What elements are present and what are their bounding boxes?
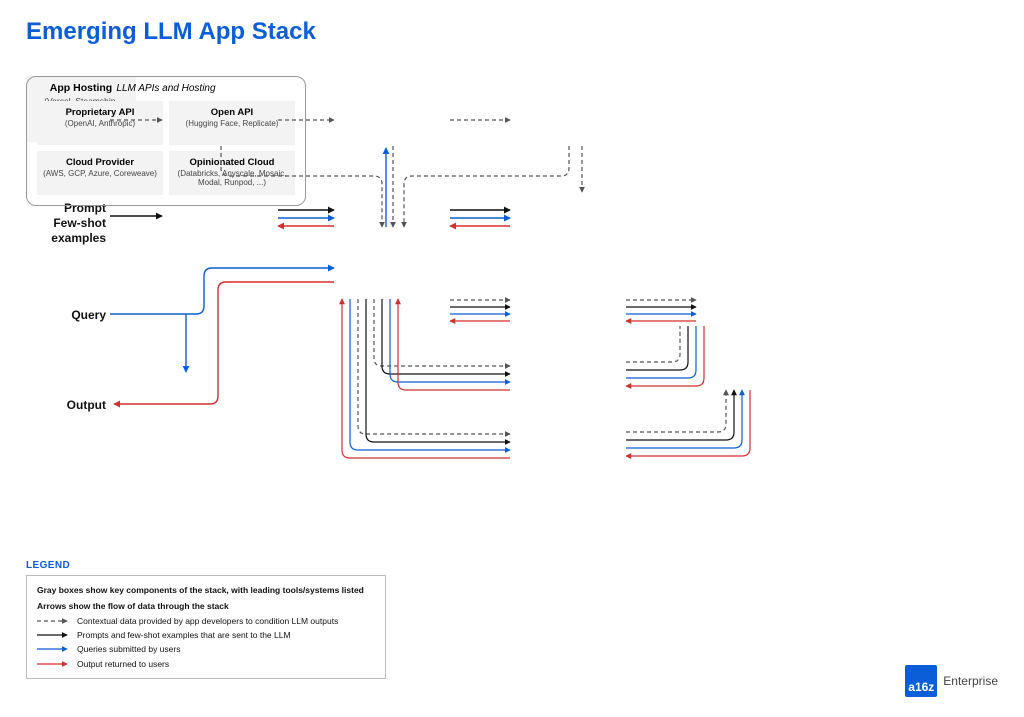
- label-query: Query: [26, 308, 106, 323]
- box-open-api: Open API(Hugging Face, Replicate): [169, 101, 295, 145]
- box-opinionated-cloud: Opinionated Cloud(Databricks, Anyscale, …: [169, 151, 295, 195]
- diagram-canvas: Contextualdata PromptFew-shotexamples Qu…: [26, 76, 998, 556]
- hosting-group: LLM APIs and Hosting Proprietary API(Ope…: [26, 76, 306, 206]
- page-title: Emerging LLM App Stack: [26, 18, 998, 46]
- box-proprietary-api: Proprietary API(OpenAI, Anthropic): [37, 101, 163, 145]
- legend: LEGEND Gray boxes show key components of…: [26, 560, 386, 679]
- label-output: Output: [26, 398, 106, 413]
- brand-sub: Enterprise: [943, 674, 998, 688]
- brand-logo: a16z: [905, 665, 937, 697]
- box-cloud-provider: Cloud Provider(AWS, GCP, Azure, Coreweav…: [37, 151, 163, 195]
- label-prompt: PromptFew-shotexamples: [26, 201, 106, 246]
- brand: a16z Enterprise: [905, 665, 998, 697]
